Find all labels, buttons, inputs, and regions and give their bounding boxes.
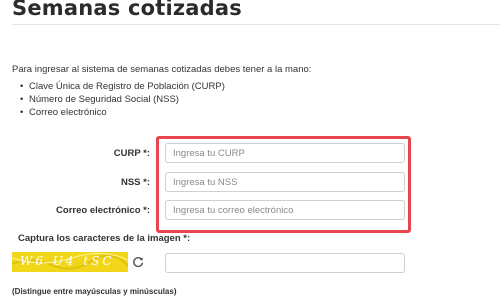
nss-input[interactable] [165,172,405,192]
captcha-label: Captura los caracteres de la imagen *: [18,233,191,244]
requirement-item: Correo electrónico [20,106,225,119]
captcha-image: W6 U4 tSC [12,252,128,272]
curp-label: CURP *: [113,148,150,159]
nss-label: NSS *: [120,177,150,188]
captcha-text: W6 U4 tSC [20,254,115,268]
page-title: Semanas cotizadas [12,0,242,20]
captcha-case-note: (Distingue entre mayúsculas y minúsculas… [12,287,177,296]
curp-input[interactable] [165,143,405,163]
captcha-input[interactable] [165,253,405,273]
requirement-item: Número de Seguridad Social (NSS) [20,93,225,106]
email-input[interactable] [165,200,405,220]
title-divider [12,24,500,25]
intro-text: Para ingresar al sistema de semanas coti… [12,64,312,75]
refresh-icon[interactable] [131,255,145,269]
requirements-list: Clave Única de Registro de Población (CU… [20,80,225,119]
requirement-item: Clave Única de Registro de Población (CU… [20,80,225,93]
email-label: Correo electrónico *: [56,205,150,216]
